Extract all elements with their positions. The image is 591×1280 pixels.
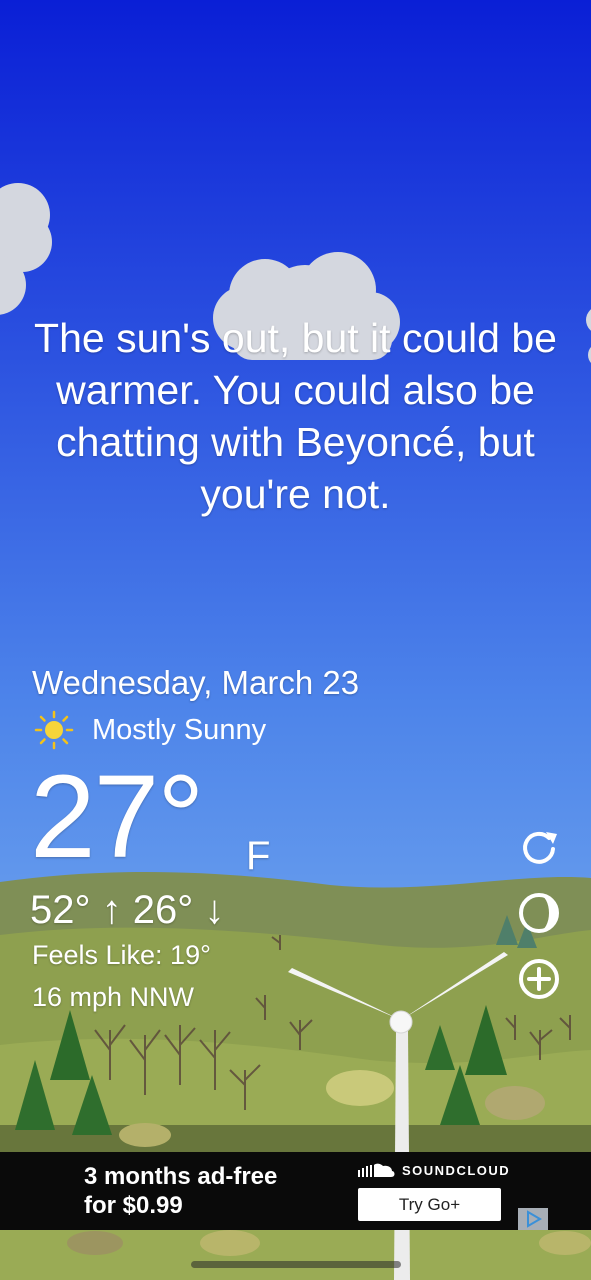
condition-label: Mostly Sunny xyxy=(92,713,267,746)
theme-toggle-button[interactable] xyxy=(516,890,562,936)
hi-lo-temps: 52° ↑ 26° ↓ xyxy=(30,888,225,932)
soundcloud-logo-icon xyxy=(358,1163,395,1177)
ad-headline-line1: 3 months ad-free xyxy=(84,1163,278,1190)
ad-choices-icon[interactable] xyxy=(518,1208,548,1230)
wind-info: 16 mph NNW xyxy=(32,982,195,1012)
ad-brand-name: SOUNDCLOUD xyxy=(402,1162,511,1178)
weather-scene xyxy=(0,0,591,1280)
ad-headline-line2: for $0.99 xyxy=(84,1192,183,1219)
refresh-icon xyxy=(523,831,555,864)
add-location-button[interactable] xyxy=(516,956,562,1002)
ad-cta-button[interactable]: Try Go+ xyxy=(358,1188,501,1221)
ad-brand: SOUNDCLOUD xyxy=(358,1162,510,1178)
feels-like: Feels Like: 19° xyxy=(32,940,211,970)
refresh-button[interactable] xyxy=(516,824,562,870)
condition-row: Mostly Sunny xyxy=(34,708,266,752)
home-indicator[interactable] xyxy=(191,1261,401,1268)
ad-headline: 3 months ad-free for $0.99 xyxy=(84,1162,277,1220)
temperature-unit[interactable]: F xyxy=(246,834,270,879)
sun-icon xyxy=(34,710,74,750)
temperature: 27° xyxy=(30,751,204,883)
weather-message: The sun's out, but it could be warmer. Y… xyxy=(34,315,557,517)
date-label: Wednesday, March 23 xyxy=(32,664,360,701)
ad-banner[interactable]: 3 months ad-free for $0.99 SOUNDCLOUD Tr… xyxy=(0,1152,591,1230)
